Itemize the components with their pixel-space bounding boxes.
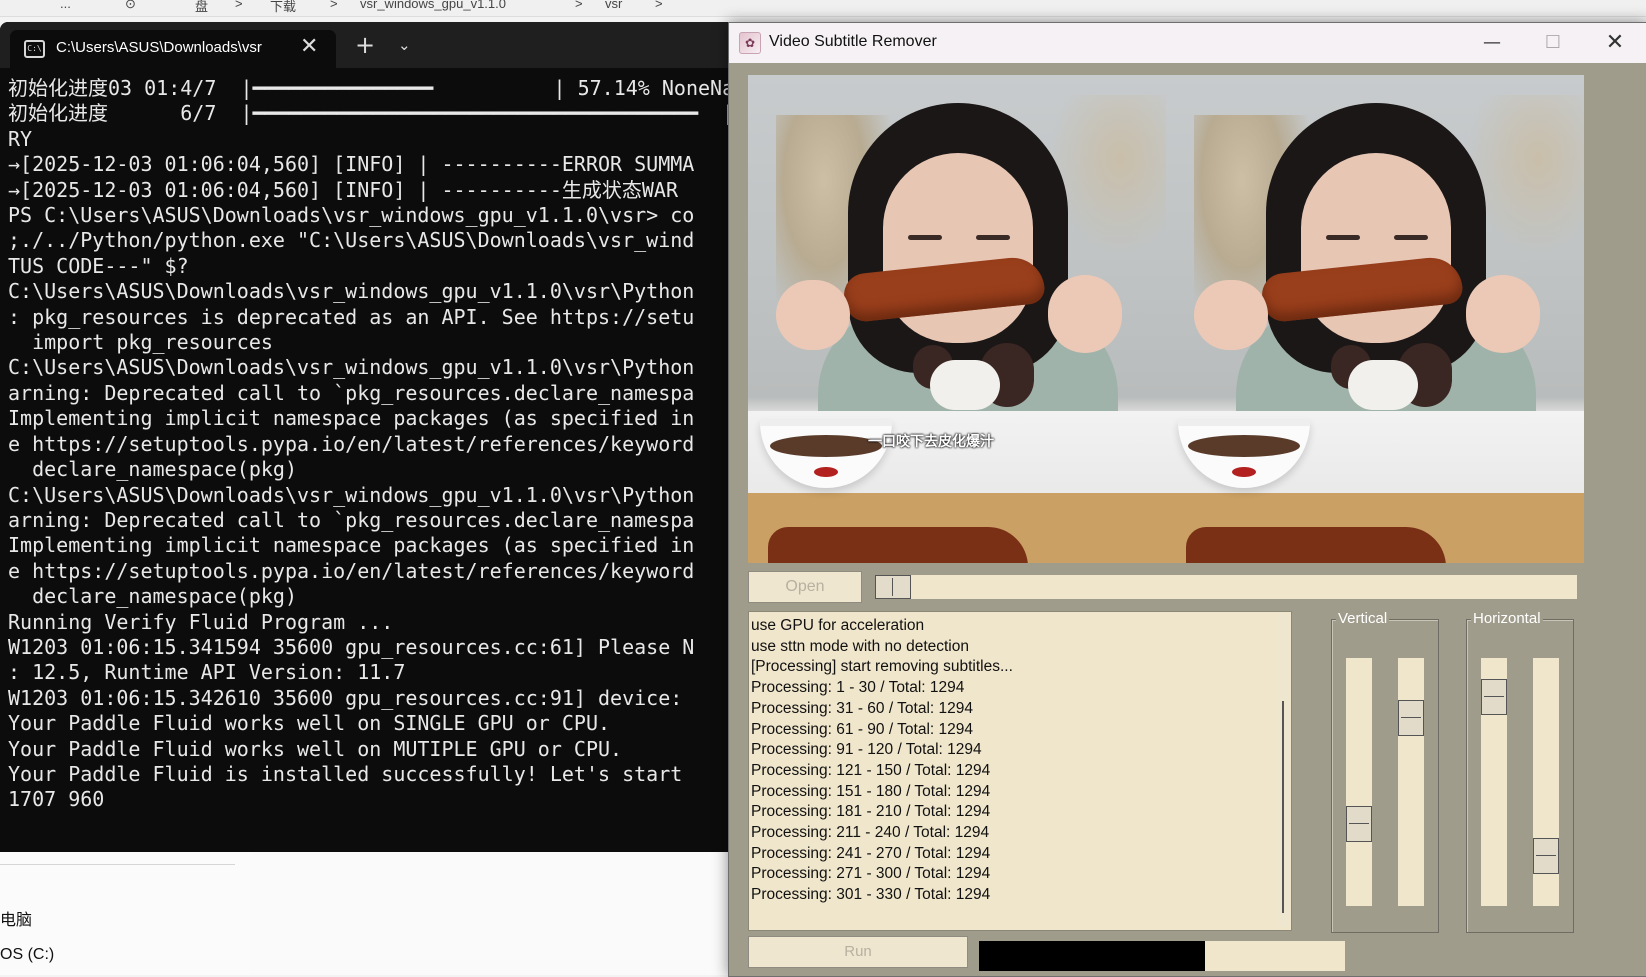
horizontal-slider-1-track[interactable] xyxy=(1481,658,1507,906)
chevron-down-icon[interactable]: ⌄ xyxy=(398,34,411,56)
log-output[interactable]: use GPU for acceleration use sttn mode wi… xyxy=(748,611,1292,931)
vertical-label: Vertical xyxy=(1336,610,1390,628)
explorer-crumb[interactable]: vsr xyxy=(605,0,622,11)
video-progress-handle[interactable] xyxy=(875,575,911,599)
vsr-titlebar[interactable]: ✿ Video Subtitle Remover — ☐ ✕ xyxy=(729,23,1646,63)
terminal-line: 初始化进度 6/7 |━━━━━━━━━━━━━━━━━━━━━━━━━━━━━… xyxy=(8,101,728,126)
terminal-line: e https://setuptools.pypa.io/en/latest/r… xyxy=(8,558,695,583)
terminal-line: C:\Users\ASUS\Downloads\vsr_windows_gpu_… xyxy=(8,279,695,304)
maximize-icon[interactable]: ☐ xyxy=(1523,23,1583,63)
log-scrollbar[interactable] xyxy=(1277,613,1289,927)
log-line: Processing: 91 - 120 / Total: 1294 xyxy=(751,741,982,759)
explorer-content xyxy=(250,850,730,975)
log-scroll-thumb[interactable] xyxy=(1282,701,1284,913)
terminal-line: arning: Deprecated call to `pkg_resource… xyxy=(8,507,695,532)
terminal-line: →[2025-12-03 01:06:04,560] [INFO] | ----… xyxy=(8,152,695,177)
app-icon: ✿ xyxy=(739,32,761,54)
status-progress-track xyxy=(1205,941,1345,971)
status-progress-fill xyxy=(979,941,1205,971)
video-progress-track[interactable] xyxy=(875,575,1577,599)
terminal-line: Your Paddle Fluid is installed successfu… xyxy=(8,761,683,786)
horizontal-label: Horizontal xyxy=(1471,610,1543,628)
terminal-line: import pkg_resources xyxy=(8,330,273,355)
window-title: Video Subtitle Remover xyxy=(769,33,937,50)
log-line: Processing: 151 - 180 / Total: 1294 xyxy=(751,782,991,800)
terminal-line: : pkg_resources is deprecated as an API.… xyxy=(8,304,695,329)
terminal-line: C:\Users\ASUS\Downloads\vsr_windows_gpu_… xyxy=(8,355,695,380)
log-line: Processing: 241 - 270 / Total: 1294 xyxy=(751,844,991,862)
log-line: Processing: 1 - 30 / Total: 1294 xyxy=(751,679,965,697)
terminal-line: declare_namespace(pkg) xyxy=(8,457,297,482)
terminal-line: arning: Deprecated call to `pkg_resource… xyxy=(8,380,695,405)
terminal-line: : 12.5, Runtime API Version: 11.7 xyxy=(8,660,406,685)
terminal-line: e https://setuptools.pypa.io/en/latest/r… xyxy=(8,431,695,456)
terminal-tab-title: C:\Users\ASUS\Downloads\vsr xyxy=(56,39,262,56)
subtitle-overlay: 一口咬下去皮化爆汁 xyxy=(868,434,994,450)
new-tab-icon[interactable]: + xyxy=(355,32,375,58)
terminal-line: Your Paddle Fluid works well on MUTIPLE … xyxy=(8,736,623,761)
log-line: Processing: 181 - 210 / Total: 1294 xyxy=(751,803,991,821)
log-line: Processing: 61 - 90 / Total: 1294 xyxy=(751,720,974,738)
terminal-line: 1707 960 xyxy=(8,787,105,812)
explorer-crumb[interactable]: ... xyxy=(60,0,71,11)
close-icon[interactable]: ✕ xyxy=(1585,23,1645,63)
sidebar-item-this-pc[interactable]: 电脑 xyxy=(0,906,32,930)
log-line: use GPU for acceleration xyxy=(751,617,925,634)
terminal-line: W1203 01:06:15.341594 35600 gpu_resource… xyxy=(8,634,695,659)
horizontal-slider-1-thumb[interactable] xyxy=(1481,679,1507,715)
open-button[interactable]: Open xyxy=(748,571,862,603)
log-line: Processing: 211 - 240 / Total: 1294 xyxy=(751,824,990,842)
minimize-icon[interactable]: — xyxy=(1462,23,1522,63)
log-line: [Processing] start removing subtitles... xyxy=(751,658,1013,676)
terminal-line: →[2025-12-03 01:06:04,560] [INFO] | ----… xyxy=(8,177,679,202)
terminal-line: W1203 01:06:15.342610 35600 gpu_resource… xyxy=(8,685,683,710)
terminal-line: Implementing implicit namespace packages… xyxy=(8,406,695,431)
log-line: use sttn mode with no detection xyxy=(751,637,969,655)
horizontal-slider-2-track[interactable] xyxy=(1533,658,1559,906)
terminal-line: PS C:\Users\ASUS\Downloads\vsr_windows_g… xyxy=(8,203,695,228)
explorer-crumb[interactable]: 下载 xyxy=(270,0,296,15)
terminal-line: 初始化进度03 01:4/7 |━━━━━━━━━━━━━━━ | 57.14%… xyxy=(8,76,728,100)
terminal-line: declare_namespace(pkg) xyxy=(8,584,297,609)
explorer-crumb-separator: > xyxy=(655,0,663,11)
vertical-slider-1-track[interactable] xyxy=(1346,658,1372,906)
explorer-breadcrumb-bar: ... ⊙ 盘 > 下载 > vsr_windows_gpu_v1.1.0 > … xyxy=(0,0,1646,17)
explorer-crumb-separator: > xyxy=(330,0,338,11)
log-lines: use GPU for acceleration use sttn mode wi… xyxy=(751,616,1013,906)
vertical-slider-1-thumb[interactable] xyxy=(1346,806,1372,842)
terminal-output[interactable]: 初始化进度03 01:4/7 |━━━━━━━━━━━━━━━ | 57.14%… xyxy=(8,76,728,846)
vertical-slider-group: Vertical xyxy=(1331,610,1439,933)
vsr-window: ✿ Video Subtitle Remover — ☐ ✕ 一口咬下去皮化爆汁… xyxy=(728,22,1646,977)
vertical-slider-2-thumb[interactable] xyxy=(1398,700,1424,736)
explorer-crumb[interactable]: ⊙ xyxy=(125,0,136,12)
log-line: Processing: 301 - 330 / Total: 1294 xyxy=(751,886,991,904)
terminal-line: TUS CODE---" $? xyxy=(8,253,189,278)
explorer-crumb-separator: > xyxy=(575,0,583,11)
log-line: Processing: 121 - 150 / Total: 1294 xyxy=(751,761,991,779)
log-line: Processing: 271 - 300 / Total: 1294 xyxy=(751,865,991,883)
terminal-line: C:\Users\ASUS\Downloads\vsr_windows_gpu_… xyxy=(8,482,695,507)
video-preview: 一口咬下去皮化爆汁 xyxy=(748,75,1584,563)
terminal-tab[interactable]: C:\ C:\Users\ASUS\Downloads\vsr ✕ xyxy=(10,30,336,68)
result-frame xyxy=(1166,75,1584,563)
terminal-line: Running Verify Fluid Program ... xyxy=(8,609,394,634)
run-button[interactable]: Run xyxy=(748,936,968,968)
horizontal-slider-2-thumb[interactable] xyxy=(1533,838,1559,874)
explorer-crumb[interactable]: 盘 xyxy=(195,0,208,15)
explorer-crumb[interactable]: vsr_windows_gpu_v1.1.0 xyxy=(360,0,506,11)
log-line: Processing: 31 - 60 / Total: 1294 xyxy=(751,699,974,717)
terminal-line: Implementing implicit namespace packages… xyxy=(8,533,695,558)
sidebar-divider xyxy=(0,864,235,865)
close-tab-icon[interactable]: ✕ xyxy=(300,34,318,60)
terminal-line: RY xyxy=(8,126,33,151)
terminal-icon: C:\ xyxy=(24,40,45,58)
explorer-sidebar: 电脑 OS (C:) xyxy=(0,850,251,975)
terminal-line: Your Paddle Fluid works well on SINGLE G… xyxy=(8,711,611,736)
sidebar-item-os-c[interactable]: OS (C:) xyxy=(0,946,54,964)
explorer-crumb-separator: > xyxy=(235,0,243,11)
vertical-slider-2-track[interactable] xyxy=(1398,658,1424,906)
original-frame: 一口咬下去皮化爆汁 xyxy=(748,75,1166,563)
terminal-line: ;./../Python/python.exe "C:\Users\ASUS\D… xyxy=(8,228,695,253)
horizontal-slider-group: Horizontal xyxy=(1466,610,1574,933)
